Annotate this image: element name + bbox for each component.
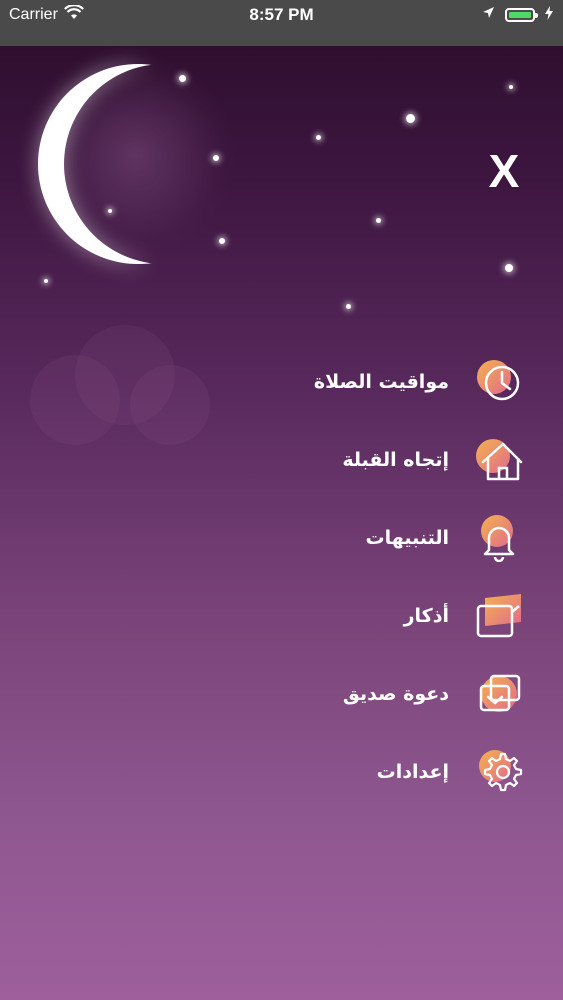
side-menu: مواقيت الصلاة إتجاه القبلة التنبيهات أذك… xyxy=(103,343,523,811)
star-icon xyxy=(213,155,219,161)
star-icon xyxy=(509,85,513,89)
status-right xyxy=(482,0,553,30)
menu-item-label: التنبيهات xyxy=(365,527,449,549)
menu-item-label: مواقيت الصلاة xyxy=(313,371,449,393)
menu-item-adhkar[interactable]: أذكار xyxy=(103,577,523,655)
menu-item-label: دعوة صديق xyxy=(342,683,449,705)
star-icon xyxy=(376,218,381,223)
menu-item-invite-friend[interactable]: دعوة صديق xyxy=(103,655,523,733)
location-arrow-icon xyxy=(482,6,495,24)
menu-item-notifications[interactable]: التنبيهات xyxy=(103,499,523,577)
star-icon xyxy=(44,279,48,283)
star-icon xyxy=(406,114,415,123)
star-icon xyxy=(179,75,186,82)
star-icon xyxy=(505,264,513,272)
menu-item-settings[interactable]: إعدادات xyxy=(103,733,523,811)
star-icon xyxy=(346,304,351,309)
gear-icon xyxy=(475,748,523,796)
status-bar: Carrier 8:57 PM xyxy=(0,0,563,46)
star-icon xyxy=(219,238,225,244)
crescent-moon-icon xyxy=(38,64,238,264)
menu-item-label: إعدادات xyxy=(376,761,449,783)
battery-icon xyxy=(505,8,538,22)
star-icon xyxy=(316,135,321,140)
book-icon xyxy=(475,592,523,640)
side-menu-screen: Carrier 8:57 PM X مواقيت الصلاة إتجاه ال… xyxy=(0,0,563,1000)
bell-icon xyxy=(475,514,523,562)
menu-item-prayer-times[interactable]: مواقيت الصلاة xyxy=(103,343,523,421)
star-icon xyxy=(108,209,112,213)
menu-item-label: أذكار xyxy=(403,605,449,627)
menu-item-qibla-direction[interactable]: إتجاه القبلة xyxy=(103,421,523,499)
share-icon xyxy=(475,670,523,718)
close-button[interactable]: X xyxy=(484,148,524,194)
menu-item-label: إتجاه القبلة xyxy=(342,449,449,471)
house-icon xyxy=(475,436,523,484)
charging-bolt-icon xyxy=(545,5,553,25)
status-time: 8:57 PM xyxy=(249,5,314,24)
clock-icon xyxy=(475,358,523,406)
